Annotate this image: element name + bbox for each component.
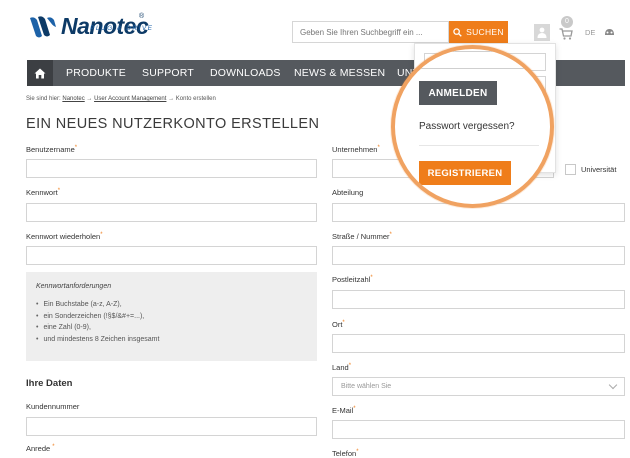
breadcrumb-current: Konto erstellen	[175, 96, 216, 102]
university-label: Universität	[581, 165, 617, 174]
logo-registered-mark: ®	[139, 13, 145, 20]
password-field[interactable]	[26, 203, 317, 222]
department-label: Abteilung	[332, 188, 364, 197]
user-icon	[537, 27, 547, 38]
breadcrumb-link-user-account[interactable]: User Account Management	[94, 96, 166, 102]
customer-number-field[interactable]	[26, 417, 317, 436]
password-input[interactable]	[27, 204, 316, 221]
nav-home-button[interactable]	[27, 60, 53, 86]
username-field[interactable]	[26, 159, 317, 178]
logo-mark-icon	[30, 16, 56, 38]
cart-count-badge: 0	[561, 16, 573, 28]
password-label: Kennwort*	[26, 188, 61, 197]
country-select[interactable]: Bitte wählen Sie	[332, 377, 625, 396]
breadcrumb-separator: →	[86, 96, 93, 102]
section-heading-ihre-daten: Ihre Daten	[26, 378, 73, 389]
postal-code-field[interactable]	[332, 290, 625, 309]
chevron-down-icon	[608, 380, 618, 390]
search-box[interactable]	[292, 21, 449, 43]
country-label: Land*	[332, 363, 352, 372]
username-input[interactable]	[27, 160, 316, 177]
search-button-label: SUCHEN	[466, 27, 504, 37]
list-item: Ein Buchstabe (a-z, A-Z),	[36, 299, 159, 311]
nav-item-downloads[interactable]: DOWNLOADS	[210, 60, 281, 86]
city-field[interactable]	[332, 334, 625, 353]
divider	[419, 145, 539, 146]
cart-button[interactable]: 0	[558, 16, 578, 42]
breadcrumb-separator: →	[168, 96, 175, 102]
password-repeat-field[interactable]	[26, 246, 317, 265]
logo-tagline: PLUG & DRIVE	[90, 25, 154, 32]
postal-code-label: Postleitzahl*	[332, 275, 373, 284]
password-requirements-title: Kennwortanforderungen	[36, 283, 112, 290]
login-password-field-zoomed[interactable]	[418, 51, 543, 69]
city-label: Ort*	[332, 320, 345, 329]
user-account-button[interactable]	[534, 24, 550, 41]
breadcrumb: Sie sind hier: Nanotec → User Account Ma…	[26, 96, 216, 102]
street-input[interactable]	[333, 247, 624, 264]
list-item: ein Sonderzeichen (!§$/&#+=...),	[36, 311, 159, 323]
nav-item-support[interactable]: SUPPORT	[142, 60, 194, 86]
street-label: Straße / Nummer*	[332, 232, 392, 241]
cart-icon	[559, 28, 573, 40]
password-repeat-input[interactable]	[27, 247, 316, 264]
street-field[interactable]	[332, 246, 625, 265]
customer-number-label: Kundennummer	[26, 402, 80, 411]
forgot-password-link[interactable]: Passwort vergessen?	[419, 121, 515, 132]
salutation-label: Anrede *	[26, 444, 55, 453]
password-requirements-list: Ein Buchstabe (a-z, A-Z), ein Sonderzeic…	[36, 299, 159, 345]
company-label: Unternehmen*	[332, 145, 380, 154]
password-repeat-label: Kennwort wiederholen*	[26, 232, 103, 241]
university-checkbox[interactable]	[565, 164, 576, 175]
breadcrumb-link-nanotec[interactable]: Nanotec	[62, 96, 84, 102]
search-icon	[453, 27, 462, 37]
globe-icon[interactable]	[604, 27, 615, 37]
nav-item-news-messen[interactable]: NEWS & MESSEN	[294, 60, 385, 86]
email-field[interactable]	[332, 420, 625, 439]
magnifier-callout: ANMELDEN Passwort vergessen? REGISTRIERE…	[391, 45, 554, 208]
city-input[interactable]	[333, 335, 624, 352]
phone-label: Telefon*	[332, 449, 359, 458]
register-button[interactable]: REGISTRIEREN	[419, 161, 511, 185]
login-button[interactable]: ANMELDEN	[419, 81, 497, 105]
search-input[interactable]	[293, 22, 448, 43]
nav-item-produkte[interactable]: PRODUKTE	[66, 60, 126, 86]
search-button[interactable]: SUCHEN	[449, 21, 508, 43]
list-item: und mindestens 8 Zeichen insgesamt	[36, 334, 159, 346]
home-icon	[34, 68, 46, 78]
customer-number-input[interactable]	[27, 418, 316, 435]
country-select-value: Bitte wählen Sie	[341, 383, 392, 390]
email-label: E-Mail*	[332, 406, 356, 415]
list-item: eine Zahl (0-9),	[36, 322, 159, 334]
password-requirements-box: Kennwortanforderungen Ein Buchstabe (a-z…	[26, 272, 317, 361]
page-title: EIN NEUES NUTZERKONTO ERSTELLEN	[26, 116, 320, 132]
email-input[interactable]	[333, 421, 624, 438]
username-label: Benutzername*	[26, 145, 78, 154]
postal-code-input[interactable]	[333, 291, 624, 308]
breadcrumb-prefix: Sie sind hier:	[26, 96, 61, 102]
language-selector[interactable]: DE	[585, 28, 595, 37]
